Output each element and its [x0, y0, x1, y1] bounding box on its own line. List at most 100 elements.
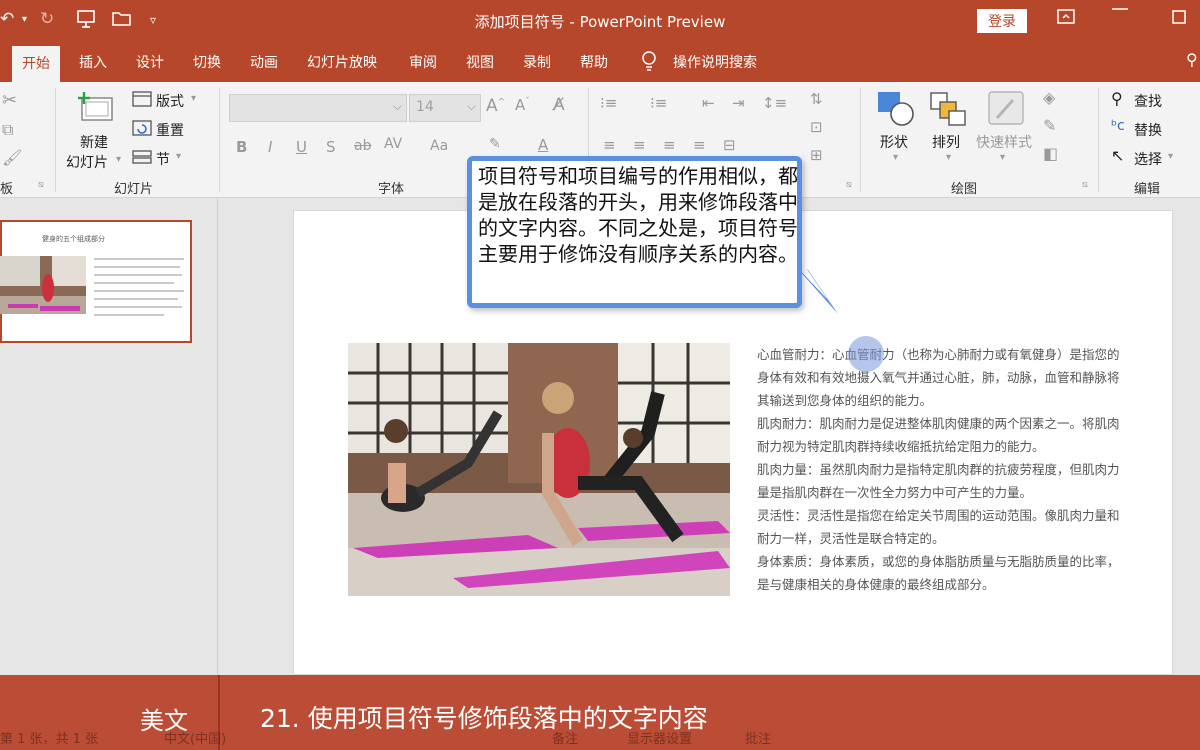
- cut-icon[interactable]: ✂: [2, 90, 17, 111]
- shapes-dropdown-icon[interactable]: ▾: [893, 152, 898, 163]
- slides-group-label: 幻灯片: [114, 182, 154, 197]
- tab-transitions[interactable]: 切换: [193, 52, 221, 72]
- new-slide-label-2[interactable]: 幻灯片: [66, 152, 108, 172]
- align-right-icon[interactable]: ≡: [663, 136, 676, 154]
- new-slide-dropdown-icon[interactable]: ▾: [116, 154, 121, 165]
- paragraph-cardio[interactable]: 心血管耐力：心血管耐力（也称为心肺耐力或有氧健身）是指您的身体有效和有效地摄入氧…: [757, 343, 1122, 412]
- tab-view[interactable]: 视图: [466, 52, 494, 72]
- paragraph-muscle-endurance[interactable]: 肌肉耐力：肌肉耐力是促进整体肌肉健康的两个因素之一。将肌肉耐力视为特定肌肉群持续…: [757, 412, 1122, 458]
- layout-dropdown-icon[interactable]: ▾: [191, 93, 196, 104]
- highlight-icon[interactable]: ✎: [489, 136, 501, 152]
- layout-icon[interactable]: [132, 90, 152, 112]
- fitness-photo[interactable]: [348, 343, 730, 596]
- paragraph-flexibility[interactable]: 灵活性：灵活性是指您在给定关节周围的运动范围。像肌肉力量和耐力一样，灵活性是联合…: [757, 504, 1122, 550]
- format-painter-icon[interactable]: 🖌: [2, 148, 22, 167]
- character-spacing-icon[interactable]: AV: [384, 136, 402, 152]
- drawing-launcher-icon[interactable]: ⧅: [1082, 180, 1088, 190]
- clear-formatting-icon[interactable]: A̸: [553, 95, 565, 115]
- arrange-icon[interactable]: [928, 90, 968, 132]
- slide-thumbnail-1[interactable]: 健身的五个组成部分: [0, 220, 192, 343]
- quick-styles-dropdown-icon[interactable]: ▾: [1000, 152, 1005, 163]
- line-spacing-icon[interactable]: ↕≡: [762, 94, 787, 112]
- align-left-icon[interactable]: ≡: [603, 136, 616, 154]
- replace-icon[interactable]: ᵇc: [1111, 118, 1125, 134]
- shapes-button[interactable]: 形状: [880, 132, 908, 152]
- tab-help[interactable]: 帮助: [580, 52, 608, 72]
- shape-fill-icon[interactable]: ◈: [1043, 88, 1055, 107]
- find-button[interactable]: 查找: [1134, 91, 1162, 111]
- select-button[interactable]: 选择: [1134, 149, 1162, 169]
- align-text-icon[interactable]: ⊡: [810, 118, 823, 136]
- font-size-value: 14: [416, 99, 434, 115]
- drawing-group-label: 绘图: [951, 182, 978, 197]
- paragraph-launcher-icon[interactable]: ⧅: [846, 180, 852, 190]
- paragraph-muscle-strength[interactable]: 肌肉力量：虽然肌肉耐力是指特定肌肉群的抗疲劳程度，但肌肉力量是指肌肉群在一次性全…: [757, 458, 1122, 504]
- italic-icon[interactable]: I: [268, 138, 272, 156]
- justify-icon[interactable]: ≡: [693, 136, 706, 154]
- chevron-down-icon: ⌵: [466, 99, 476, 113]
- section-button[interactable]: 节: [156, 149, 170, 169]
- minimize-icon[interactable]: [1110, 0, 1130, 20]
- font-color-icon[interactable]: A: [538, 136, 548, 154]
- ribbon-tabs: 开始 插入 设计 切换 动画 幻灯片放映 审阅 视图 录制 帮助 操作说明搜索 …: [0, 42, 1200, 82]
- quick-styles-icon[interactable]: [987, 90, 1027, 132]
- distribute-icon[interactable]: ⊟: [723, 136, 736, 154]
- underline-icon[interactable]: U: [296, 138, 307, 156]
- clipboard-launcher-icon[interactable]: ⧅: [38, 180, 44, 190]
- tab-home[interactable]: 开始: [12, 46, 60, 82]
- maximize-icon[interactable]: [1170, 8, 1188, 31]
- tab-slideshow[interactable]: 幻灯片放映: [307, 52, 377, 72]
- cursor-arrow-icon[interactable]: ↖: [1111, 146, 1124, 165]
- replace-button[interactable]: 替换: [1134, 120, 1162, 140]
- shape-outline-icon[interactable]: ✎: [1043, 116, 1056, 135]
- shape-effects-icon[interactable]: ◧: [1043, 144, 1058, 163]
- new-slide-label-1[interactable]: 新建: [80, 132, 108, 152]
- font-group-label: 字体: [378, 182, 405, 197]
- tab-design[interactable]: 设计: [136, 52, 164, 72]
- thumbnail-title: 健身的五个组成部分: [42, 235, 105, 243]
- paragraph-body-composition[interactable]: 身体素质：身体素质，或您的身体脂肪质量与无脂肪质量的比率，是与健康相关的身体健康…: [757, 550, 1122, 596]
- shapes-icon[interactable]: [876, 90, 916, 132]
- new-slide-icon[interactable]: [78, 92, 114, 126]
- tab-animations[interactable]: 动画: [250, 52, 278, 72]
- search-icon[interactable]: ⚲: [1111, 89, 1123, 108]
- quick-styles-button[interactable]: 快速样式: [976, 132, 1032, 152]
- reset-button[interactable]: 重置: [156, 120, 184, 140]
- section-icon[interactable]: [132, 148, 152, 170]
- ribbon-display-icon[interactable]: [1056, 8, 1076, 31]
- slide-body-text[interactable]: 心血管耐力：心血管耐力（也称为心肺耐力或有氧健身）是指您的身体有效和有效地摄入氧…: [757, 343, 1122, 596]
- shadow-icon[interactable]: S: [326, 138, 336, 156]
- tab-insert[interactable]: 插入: [79, 52, 107, 72]
- text-direction-icon[interactable]: ⇅: [810, 90, 823, 108]
- editing-group-label: 编辑: [1134, 182, 1161, 197]
- numbering-icon[interactable]: ⁝≡: [650, 94, 667, 112]
- decrease-indent-icon[interactable]: ⇤: [702, 94, 715, 112]
- bullets-icon[interactable]: ⁝≡: [600, 94, 617, 112]
- account-icon[interactable]: ⚲: [1186, 50, 1198, 69]
- mouse-cursor-highlight: [848, 336, 884, 372]
- video-caption-bar: 第 1 张，共 1 张 中文(中国) 备注 显示器设置 批注 美文 21. 使用…: [0, 675, 1200, 750]
- select-dropdown-icon[interactable]: ▾: [1168, 151, 1173, 162]
- smartart-icon[interactable]: ⊞: [810, 146, 823, 164]
- tab-review[interactable]: 审阅: [409, 52, 437, 72]
- font-size-combo[interactable]: 14 ⌵: [409, 94, 481, 122]
- increase-font-icon[interactable]: A^: [486, 96, 505, 116]
- copy-icon[interactable]: ⧉: [2, 120, 13, 140]
- section-dropdown-icon[interactable]: ▾: [176, 151, 181, 162]
- login-button[interactable]: 登录: [977, 9, 1027, 33]
- align-center-icon[interactable]: ≡: [633, 136, 646, 154]
- decrease-font-icon[interactable]: Aˇ: [515, 96, 530, 114]
- layout-button[interactable]: 版式: [156, 91, 184, 111]
- reset-icon[interactable]: [132, 119, 152, 141]
- bold-icon[interactable]: B: [236, 138, 247, 156]
- font-name-combo[interactable]: ⌵: [229, 94, 407, 122]
- strikethrough-icon[interactable]: ab: [354, 138, 371, 154]
- tell-me-search[interactable]: 操作说明搜索: [673, 52, 757, 72]
- arrange-button[interactable]: 排列: [932, 132, 960, 152]
- tab-record[interactable]: 录制: [523, 52, 551, 72]
- arrange-dropdown-icon[interactable]: ▾: [946, 152, 951, 163]
- chevron-down-icon: ⌵: [392, 99, 402, 113]
- change-case-icon[interactable]: Aa: [430, 138, 448, 154]
- status-comments[interactable]: 批注: [745, 728, 771, 747]
- increase-indent-icon[interactable]: ⇥: [732, 94, 745, 112]
